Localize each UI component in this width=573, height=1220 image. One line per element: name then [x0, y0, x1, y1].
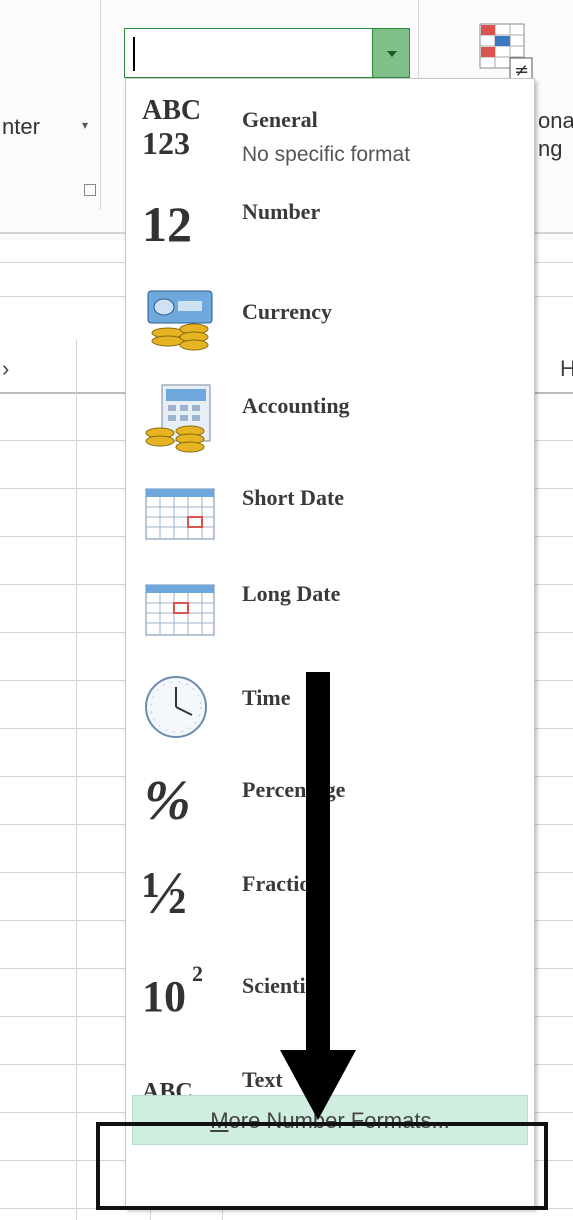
down-arrow-head [280, 1050, 356, 1120]
highlight-rectangle [96, 1122, 548, 1210]
down-arrow-shaft [306, 672, 330, 1062]
annotation-overlay [280, 672, 356, 1120]
